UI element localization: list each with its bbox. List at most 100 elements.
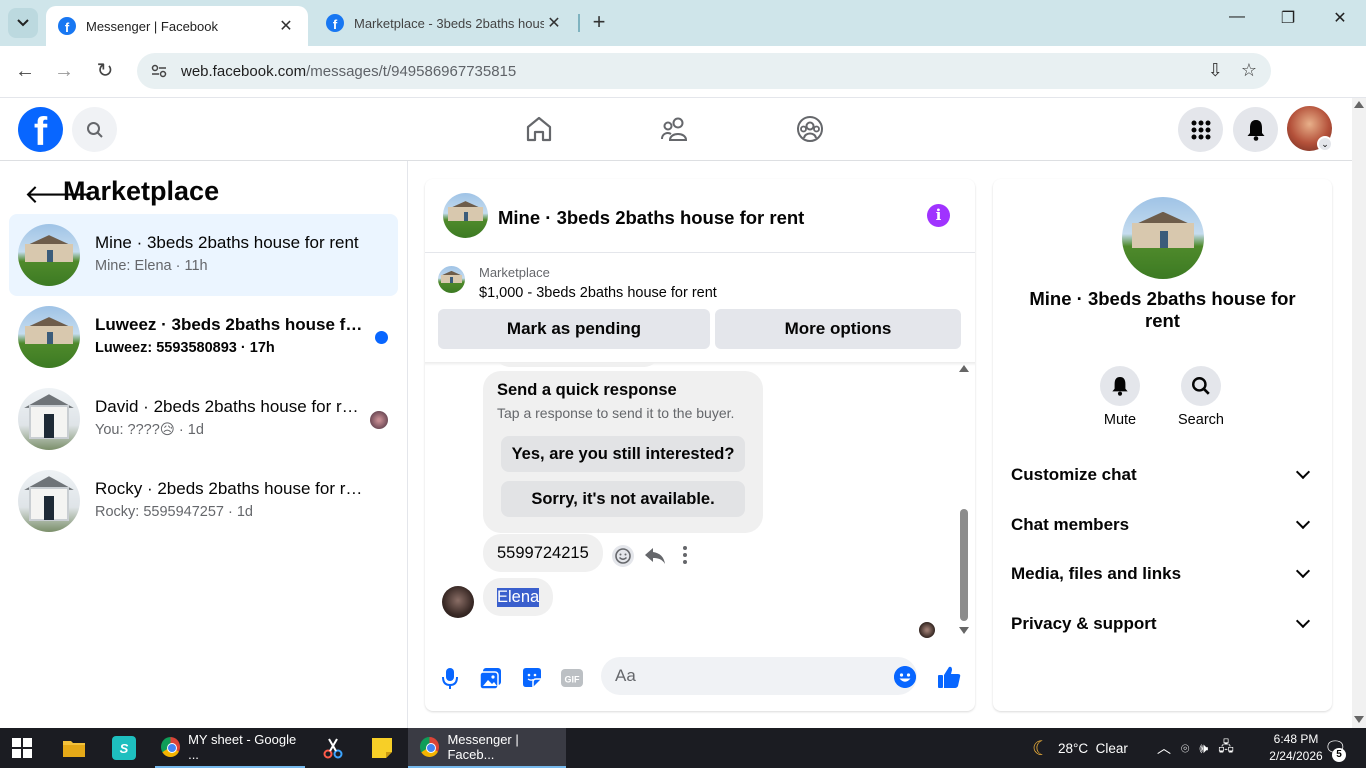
maximize-button[interactable]: ❐ xyxy=(1273,8,1303,28)
browser-toolbar: ← → ↻ web.facebook.com/messages/t/949586… xyxy=(0,46,1366,129)
customize-chat-section[interactable]: Customize chat xyxy=(1001,453,1324,497)
conversation-item[interactable]: Rocky · 2beds 2baths house for rent Rock… xyxy=(9,460,398,542)
chevron-down-icon xyxy=(17,19,29,27)
notifications-button[interactable] xyxy=(1233,107,1278,152)
close-window-button[interactable]: ✕ xyxy=(1325,8,1355,28)
show-hidden-icons-icon[interactable]: ︿ xyxy=(1157,738,1171,758)
scroll-down-icon[interactable] xyxy=(1354,716,1364,723)
quick-response-option[interactable]: Sorry, it's not available. xyxy=(501,481,745,517)
weather-widget[interactable]: ☾ 28°C Clear xyxy=(1032,728,1128,768)
reload-button[interactable]: ↻ xyxy=(92,58,118,84)
listing-thumbnail xyxy=(18,470,80,532)
tab-search-button[interactable] xyxy=(8,8,38,38)
scrollbar-thumb[interactable] xyxy=(960,509,968,621)
menu-button[interactable] xyxy=(1178,107,1223,152)
page-title: Marketplace xyxy=(63,176,220,206)
chat-details-panel: Mine · 3beds 2baths house for rent Mute … xyxy=(993,179,1332,711)
page-scrollbar[interactable] xyxy=(1352,98,1366,728)
conversation-item[interactable]: Mine · 3beds 2baths house for rent Mine:… xyxy=(9,214,398,296)
photo-icon[interactable] xyxy=(478,665,504,691)
privacy-support-section[interactable]: Privacy & support xyxy=(1001,602,1324,646)
chat-panel: Mine · 3beds 2baths house for rent i Mar… xyxy=(425,179,975,711)
search-icon xyxy=(86,121,103,138)
sender-avatar[interactable] xyxy=(442,586,474,618)
conversation-item[interactable]: David · 2beds 2baths house for rent You:… xyxy=(9,378,398,460)
message-bubble[interactable]: Elena xyxy=(483,578,554,616)
more-actions-icon[interactable] xyxy=(681,545,689,565)
message-input-box[interactable] xyxy=(601,657,917,695)
volume-icon[interactable]: 🕪 xyxy=(1199,740,1208,757)
search-icon xyxy=(1192,377,1210,395)
install-app-icon[interactable]: ⇩ xyxy=(1208,60,1223,81)
minimize-button[interactable]: — xyxy=(1222,8,1252,26)
home-icon[interactable] xyxy=(524,114,554,144)
forward-button[interactable]: → xyxy=(51,58,77,84)
tab-messenger[interactable]: f Messenger | Facebook ✕ xyxy=(46,6,308,46)
more-options-button[interactable]: More options xyxy=(715,309,961,349)
bookmark-star-icon[interactable]: ☆ xyxy=(1241,60,1257,81)
microphone-icon[interactable] xyxy=(437,665,463,691)
groups-icon[interactable] xyxy=(795,114,825,144)
friends-icon[interactable] xyxy=(660,114,690,144)
chat-members-section[interactable]: Chat members xyxy=(1001,503,1324,547)
file-explorer-button[interactable] xyxy=(62,728,86,768)
tab-close-icon[interactable]: ✕ xyxy=(276,16,296,36)
facebook-logo-icon[interactable]: f xyxy=(18,107,63,152)
tab-marketplace[interactable]: f Marketplace - 3beds 2baths house ✕ xyxy=(314,6,576,40)
taskbar-chrome-messenger[interactable]: Messenger | Faceb... xyxy=(408,728,566,768)
media-files-links-section[interactable]: Media, files and links xyxy=(1001,552,1324,596)
message-text: 5599724215 xyxy=(497,543,589,562)
snipping-tool-button[interactable] xyxy=(322,728,344,768)
facebook-favicon-icon: f xyxy=(58,17,76,35)
listing-thumbnail[interactable] xyxy=(443,193,488,238)
new-tab-button[interactable]: + xyxy=(588,9,610,35)
chat-title[interactable]: Mine · 3beds 2baths house for rent xyxy=(498,207,804,229)
listing-price-title[interactable]: $1,000 - 3beds 2baths house for rent xyxy=(479,285,717,301)
conversation-title: David · 2beds 2baths house for rent xyxy=(95,397,365,416)
camera-icon[interactable]: ⌾ xyxy=(1181,740,1189,757)
details-title: Mine · 3beds 2baths house for rent xyxy=(1029,288,1296,331)
marketplace-listing-bar: Marketplace $1,000 - 3beds 2baths house … xyxy=(425,253,975,363)
search-in-chat-button[interactable]: Search xyxy=(1161,366,1241,428)
surfshark-button[interactable]: S xyxy=(112,728,136,768)
conversation-snippet: Rocky: 5595947257 · 1d xyxy=(95,504,253,520)
sticky-notes-button[interactable] xyxy=(371,728,393,768)
address-bar[interactable]: web.facebook.com/messages/t/949586967735… xyxy=(137,53,1271,89)
thumbs-up-icon[interactable] xyxy=(936,664,962,690)
network-icon[interactable]: 🖧 xyxy=(1218,736,1234,760)
start-button[interactable] xyxy=(12,728,32,768)
site-settings-icon[interactable] xyxy=(151,64,167,78)
clock[interactable]: 6:48 PM 2/24/2026 xyxy=(1265,731,1327,765)
windows-logo-icon xyxy=(12,738,32,758)
conversation-snippet: Mine: Elena · 11h xyxy=(95,258,208,274)
quick-response-title: Send a quick response xyxy=(497,381,677,399)
message-thread: Send a quick response Tap a response to … xyxy=(425,363,975,643)
mark-as-pending-button[interactable]: Mark as pending xyxy=(438,309,710,349)
thread-scrollbar[interactable] xyxy=(957,363,971,643)
scroll-down-icon[interactable] xyxy=(959,627,969,634)
message-input[interactable] xyxy=(615,657,885,695)
sticker-icon[interactable] xyxy=(519,665,545,691)
info-icon[interactable]: i xyxy=(927,204,950,227)
unread-dot-icon xyxy=(375,331,388,344)
quick-response-option[interactable]: Yes, are you still interested? xyxy=(501,436,745,472)
emoji-icon[interactable] xyxy=(894,666,916,688)
taskbar-chrome-sheet[interactable]: MY sheet - Google ... xyxy=(155,728,305,768)
tab-close-icon[interactable]: ✕ xyxy=(544,13,564,33)
scroll-up-icon[interactable] xyxy=(1354,101,1364,108)
tab-title: Marketplace - 3beds 2baths house xyxy=(354,15,544,31)
mute-button[interactable]: Mute xyxy=(1080,366,1160,428)
scroll-up-icon[interactable] xyxy=(959,365,969,372)
facebook-search-button[interactable] xyxy=(72,107,117,152)
conversation-item[interactable]: Luweez · 3beds 2baths house for rent Luw… xyxy=(9,296,398,378)
marketplace-label: Marketplace xyxy=(479,265,550,280)
reply-icon[interactable] xyxy=(644,546,666,566)
conversation-snippet: You: ????😥 · 1d xyxy=(95,422,204,438)
quick-response-subtitle: Tap a response to send it to the buyer. xyxy=(497,405,735,421)
gif-icon[interactable]: GIF xyxy=(559,665,585,691)
account-chevron-icon[interactable]: ⌄ xyxy=(1317,136,1333,152)
emoji-react-icon[interactable] xyxy=(611,544,635,568)
facebook-favicon-icon: f xyxy=(326,14,344,32)
message-bubble[interactable]: 5599724215 xyxy=(483,534,603,572)
back-button[interactable]: ← xyxy=(12,58,38,84)
